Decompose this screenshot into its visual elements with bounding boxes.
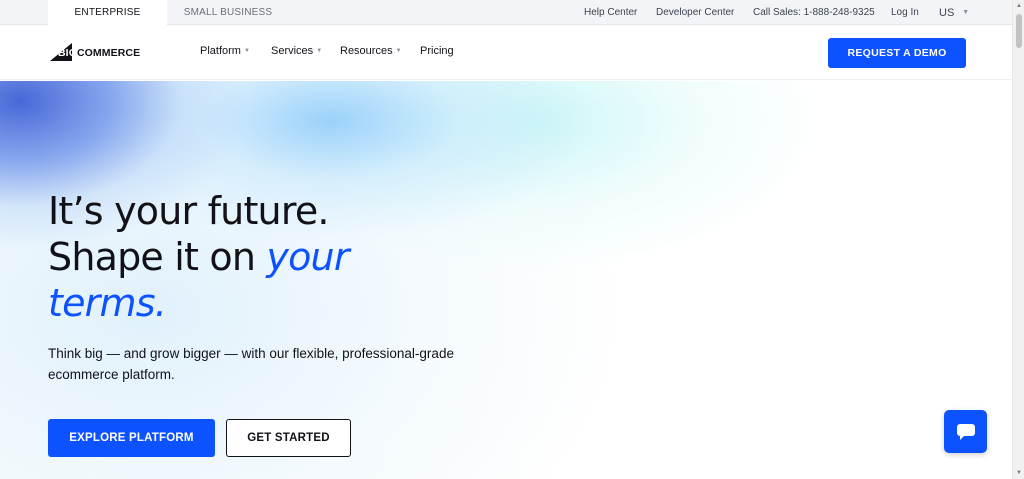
help-center-link[interactable]: Help Center xyxy=(584,0,637,25)
nav-resources[interactable]: Resources ▼ xyxy=(340,45,402,57)
log-in-link[interactable]: Log In xyxy=(891,0,919,25)
chevron-down-icon: ▼ xyxy=(962,9,970,16)
explore-platform-button[interactable]: EXPLORE PLATFORM xyxy=(48,419,215,457)
call-sales-link[interactable]: Call Sales: 1-888-248-9325 xyxy=(753,0,875,25)
chevron-down-icon: ▼ xyxy=(316,48,323,54)
request-demo-button[interactable]: REQUEST A DEMO xyxy=(828,38,966,68)
chevron-down-icon: ▼ xyxy=(395,48,402,54)
chat-bubble-icon xyxy=(956,423,975,440)
nav-pricing[interactable]: Pricing xyxy=(420,45,454,57)
nav-services[interactable]: Services ▼ xyxy=(271,45,322,57)
page-scrollbar[interactable]: ▲ ▼ xyxy=(1012,0,1024,479)
region-label: US xyxy=(939,6,955,19)
utility-bar: ENTERPRISE SMALL BUSINESS Help Center De… xyxy=(0,0,1012,25)
nav-platform[interactable]: Platform ▼ xyxy=(200,45,250,57)
nav-resources-label: Resources xyxy=(340,45,393,57)
bigcommerce-logo[interactable]: BIGCOMMERCE xyxy=(50,41,150,63)
get-started-button[interactable]: GET STARTED xyxy=(226,419,351,457)
hero-title-accent-your: your xyxy=(266,235,349,279)
logo-text-commerce: COMMERCE xyxy=(76,47,141,59)
nav-pricing-label: Pricing xyxy=(420,45,454,57)
hero-title-line1: It’s your future. xyxy=(48,189,329,233)
region-selector[interactable]: US ▼ xyxy=(939,0,969,25)
scroll-down-arrow-icon[interactable]: ▼ xyxy=(1013,467,1024,479)
tab-small-business[interactable]: SMALL BUSINESS xyxy=(168,0,288,25)
hero-title-line2: Shape it on xyxy=(48,235,267,279)
hero-section: It’s your future. Shape it on your terms… xyxy=(0,81,1012,479)
logo-text-big: BIG xyxy=(58,47,77,59)
tab-enterprise[interactable]: ENTERPRISE xyxy=(48,0,167,25)
logo-wordmark: BIGCOMMERCE xyxy=(58,47,140,59)
nav-platform-label: Platform xyxy=(200,45,241,57)
hero-title: It’s your future. Shape it on your terms… xyxy=(48,188,349,326)
hero-subtitle: Think big — and grow bigger — with our f… xyxy=(48,346,454,382)
scroll-up-arrow-icon[interactable]: ▲ xyxy=(1013,0,1024,12)
main-nav: BIGCOMMERCE Platform ▼ Services ▼ Resour… xyxy=(0,25,1012,80)
chevron-down-icon: ▼ xyxy=(243,48,250,54)
chat-widget-button[interactable] xyxy=(944,410,987,453)
hero-title-accent-terms: terms. xyxy=(48,281,167,325)
scrollbar-thumb[interactable] xyxy=(1016,14,1022,48)
developer-center-link[interactable]: Developer Center xyxy=(656,0,734,25)
nav-services-label: Services xyxy=(271,45,314,57)
